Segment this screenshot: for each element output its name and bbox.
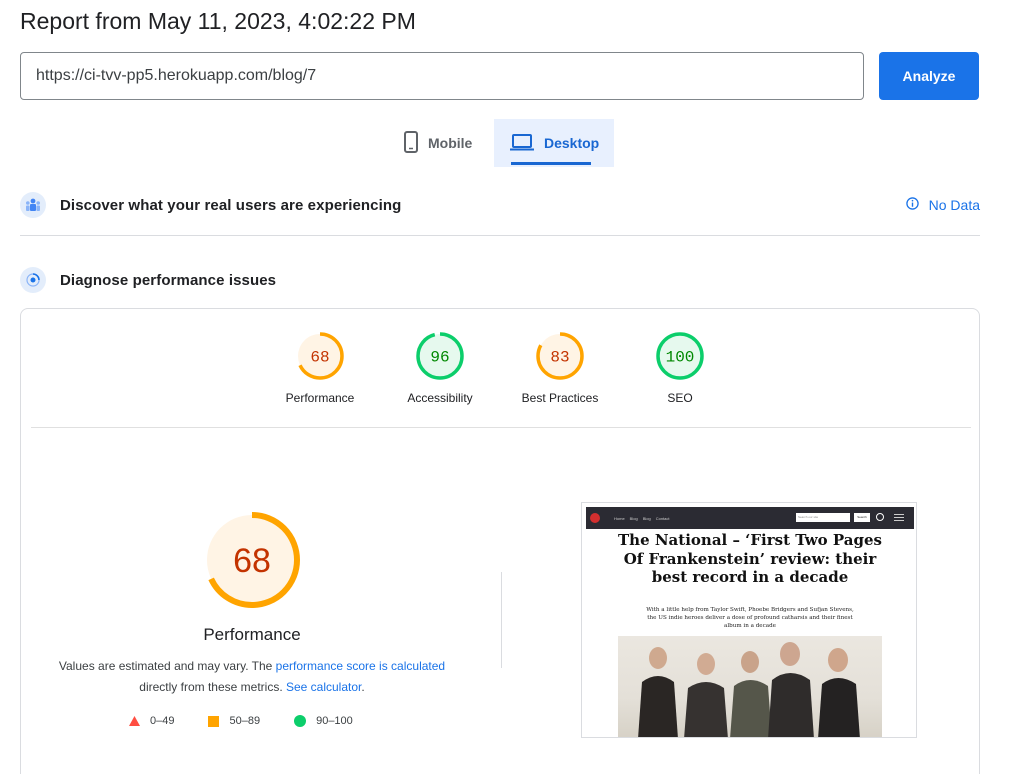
legend-average-label: 50–89 [229, 715, 261, 727]
screenshot-navbar: Home Blog Blog Contact Search our site Sear… [586, 507, 914, 529]
users-icon [20, 192, 46, 218]
field-data-section: Discover what your real users are experi… [20, 192, 980, 218]
lab-data-section: Diagnose performance issues [20, 267, 980, 293]
screenshot-nav-links: Home Blog Blog Contact [614, 516, 670, 521]
tab-desktop-label: Desktop [544, 135, 600, 151]
screenshot-search-button: Search [854, 513, 870, 522]
gauge-score-performance: 68 [310, 349, 329, 367]
account-icon [876, 513, 884, 521]
field-data-title: Discover what your real users are experi… [60, 196, 402, 214]
gauge-label-best-practices: Best Practices [521, 391, 599, 405]
menu-icon [894, 512, 904, 522]
triangle-icon [129, 716, 140, 726]
url-input[interactable] [20, 52, 864, 100]
laptop-icon [510, 133, 534, 154]
performance-score-large: 68 [233, 542, 271, 580]
performance-title: Performance [203, 625, 301, 644]
gauge-label-seo: SEO [667, 391, 693, 405]
performance-note: Values are estimated and may vary. The p… [51, 656, 453, 698]
score-legend: 0–49 50–89 90–100 [129, 715, 387, 727]
no-data-link[interactable]: No Data [905, 192, 980, 218]
gauge-best-practices[interactable]: 83 Best Practices [505, 331, 615, 405]
final-screenshot[interactable]: Home Blog Blog Contact Search our site Sear… [581, 502, 917, 738]
square-icon [208, 715, 220, 727]
section-divider [20, 235, 980, 236]
screenshot-headline: The National – ‘First Two Pages Of Frank… [618, 531, 882, 586]
vertical-divider [501, 572, 502, 668]
tab-mobile-label: Mobile [428, 135, 473, 151]
info-icon [905, 197, 919, 213]
note-text-2: directly from these metrics. [139, 680, 286, 694]
gauge-accessibility[interactable]: 96 Accessibility [385, 331, 495, 405]
gauge-seo[interactable]: 100 SEO [625, 331, 735, 405]
lighthouse-icon [20, 267, 46, 293]
card-divider [31, 427, 971, 428]
phone-icon [404, 130, 418, 156]
screenshot-subheadline: With a little help from Taylor Swift, Ph… [646, 607, 854, 630]
lab-data-title: Diagnose performance issues [60, 271, 277, 289]
screenshot-search-input: Search our site [796, 513, 850, 522]
no-data-label: No Data [928, 197, 980, 213]
gauge-performance[interactable]: 68 Performance [265, 331, 375, 405]
see-calculator-link[interactable]: See calculator [286, 680, 361, 694]
screenshot-nav-link: Contact [655, 515, 670, 521]
tab-mobile[interactable]: Mobile [388, 119, 494, 167]
gauge-label-accessibility: Accessibility [407, 391, 473, 405]
legend-fail: 0–49 [129, 715, 174, 727]
tab-desktop[interactable]: Desktop [494, 119, 614, 167]
tab-selected-indicator [511, 162, 591, 165]
note-text-3: . [361, 680, 365, 694]
circle-icon [294, 715, 307, 727]
gauge-label-performance: Performance [285, 391, 355, 405]
note-text-1: Values are estimated and may vary. The [58, 659, 276, 673]
band-photo [618, 636, 882, 737]
site-logo [590, 513, 600, 523]
screenshot-nav-link: Blog [629, 515, 638, 521]
performance-gauge-large: 68 [203, 511, 301, 614]
report-card: 68 Performance 96 Accessibility 83 Best Pract… [20, 308, 980, 774]
score-calculation-link[interactable]: performance score is calculated [276, 659, 445, 673]
analyze-button[interactable]: Analyze [879, 52, 979, 100]
gauge-score-accessibility: 96 [430, 349, 449, 367]
screenshot-nav-link: Blog [642, 515, 651, 521]
report-title: Report from May 11, 2023, 4:02:22 PM [20, 8, 416, 34]
legend-fail-label: 0–49 [150, 715, 175, 727]
screenshot-nav-link: Home [614, 515, 625, 521]
legend-pass-label: 90–100 [316, 715, 353, 727]
legend-pass: 90–100 [294, 715, 353, 727]
legend-average: 50–89 [208, 715, 260, 727]
gauge-score-best-practices: 83 [550, 349, 569, 367]
gauge-score-seo: 100 [666, 349, 695, 367]
